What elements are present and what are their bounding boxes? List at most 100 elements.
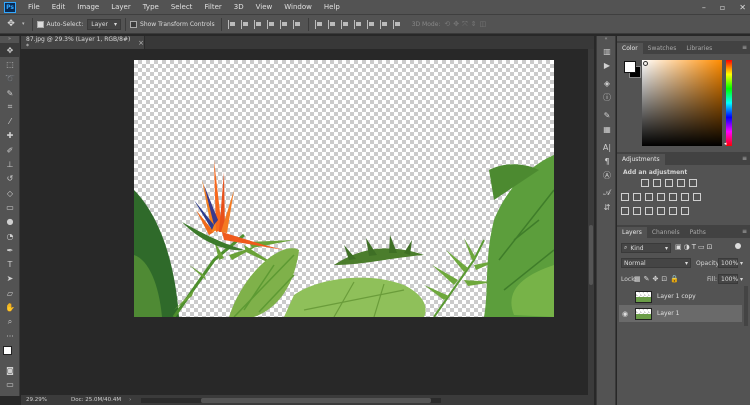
layer-row-selected[interactable]: ◉ Layer 1 [619, 305, 742, 322]
menu-help[interactable]: Help [318, 3, 346, 11]
menu-type[interactable]: Type [137, 3, 165, 11]
tab-layers[interactable]: Layers [617, 227, 647, 238]
layer-name[interactable]: Layer 1 copy [657, 293, 696, 300]
layers-scrollbar[interactable] [744, 286, 748, 326]
menu-filter[interactable]: Filter [198, 3, 227, 11]
menu-file[interactable]: File [22, 3, 46, 11]
status-arrow-icon[interactable]: › [129, 397, 131, 403]
marquee-tool-icon[interactable]: ⬚ [0, 57, 20, 71]
maximize-icon[interactable]: ▫ [720, 3, 725, 12]
layer-filter-icons[interactable]: ▣◑T▭⊡ [675, 243, 714, 251]
color-picker-cursor[interactable] [643, 61, 648, 66]
menu-layer[interactable]: Layer [105, 3, 137, 11]
close-icon[interactable]: ✕ [739, 3, 746, 12]
quick-select-tool-icon[interactable]: ✎ [0, 86, 20, 100]
photo-filter-icon[interactable] [657, 193, 665, 201]
close-tab-icon[interactable]: × [138, 39, 144, 47]
auto-select-dropdown[interactable]: Layer ▾ [87, 18, 122, 30]
gradient-tool-icon[interactable]: ▭ [0, 200, 20, 214]
tab-paths[interactable]: Paths [685, 227, 711, 238]
lock-icons[interactable]: ▦✎✥⊡🔒 [634, 275, 682, 283]
levels-icon[interactable] [653, 179, 661, 187]
eye-icon[interactable]: ◉ [619, 310, 631, 318]
curves-icon[interactable] [665, 179, 673, 187]
threshold-icon[interactable] [645, 207, 653, 215]
stamp-tool-icon[interactable]: ⊥ [0, 157, 20, 171]
tab-adjustments[interactable]: Adjustments [617, 154, 665, 165]
document-canvas[interactable] [134, 60, 554, 317]
shape-tool-icon[interactable]: ▱ [0, 286, 20, 300]
document-tab[interactable]: 87.jpg @ 29.3% (Layer 1, RGB/8#) * × [21, 36, 145, 50]
align-top-icon[interactable] [227, 19, 237, 29]
distribute-left-icon[interactable] [353, 19, 363, 29]
panel-menu-icon[interactable]: ≡ [742, 155, 747, 162]
align-hcenter-icon[interactable] [279, 19, 289, 29]
menu-image[interactable]: Image [71, 3, 105, 11]
channel-mixer-icon[interactable] [669, 193, 677, 201]
brightness-contrast-icon[interactable] [641, 179, 649, 187]
brush-settings-icon[interactable]: ✎ [597, 108, 617, 122]
minimize-icon[interactable]: – [702, 3, 706, 12]
info-panel-icon[interactable]: ⓘ [597, 90, 617, 104]
align-left-icon[interactable] [266, 19, 276, 29]
character-panel-icon[interactable]: A| [597, 140, 617, 154]
color-balance-icon[interactable] [633, 193, 641, 201]
horizontal-scrollbar-thumb[interactable] [201, 397, 432, 403]
pen-tool-icon[interactable]: ✒ [0, 243, 20, 257]
distribute-bottom-icon[interactable] [340, 19, 350, 29]
menu-edit[interactable]: Edit [46, 3, 72, 11]
crop-tool-icon[interactable]: ⌗ [0, 100, 20, 114]
blur-tool-icon[interactable]: ● [0, 215, 20, 229]
layer-name[interactable]: Layer 1 [657, 310, 679, 317]
blend-mode-dropdown[interactable]: Normal ▾ [621, 258, 691, 268]
hand-tool-icon[interactable]: ✋ [0, 300, 20, 314]
color-field[interactable] [642, 60, 722, 146]
panel-menu-icon[interactable]: ≡ [742, 228, 747, 235]
menu-select[interactable]: Select [165, 3, 199, 11]
show-transform-checkbox[interactable] [130, 20, 138, 28]
collapse-icon[interactable]: » [0, 36, 19, 43]
tab-libraries[interactable]: Libraries [681, 43, 717, 54]
tab-swatches[interactable]: Swatches [643, 43, 682, 54]
history-brush-tool-icon[interactable]: ↺ [0, 172, 20, 186]
eraser-tool-icon[interactable]: ◇ [0, 186, 20, 200]
distribute-vcenter-icon[interactable] [327, 19, 337, 29]
vibrance-icon[interactable] [689, 179, 697, 187]
eyedropper-tool-icon[interactable]: ⁄ [0, 114, 20, 128]
layer-filter-dropdown[interactable]: ⌕ Kind ▾ [621, 243, 671, 253]
healing-tool-icon[interactable]: ✚ [0, 129, 20, 143]
hue-slider-handle-icon[interactable]: ◂ [724, 141, 727, 147]
type-tool-icon[interactable]: T [0, 257, 20, 271]
zoom-level[interactable]: 29.29% [26, 397, 71, 403]
paragraph-panel-icon[interactable]: ¶ [597, 154, 617, 168]
filter-toggle-icon[interactable] [735, 243, 741, 249]
brushes-panel-icon[interactable]: ▦ [597, 122, 617, 136]
shadows-icon[interactable] [669, 207, 677, 215]
path-select-tool-icon[interactable]: ➤ [0, 272, 20, 286]
distribute-right-icon[interactable] [379, 19, 389, 29]
horizontal-scrollbar[interactable] [141, 397, 442, 403]
zoom-tool-icon[interactable]: ⌕ [0, 315, 20, 329]
quick-mask-icon[interactable]: ◙ [0, 363, 20, 377]
auto-select-checkbox[interactable] [36, 20, 44, 28]
history-panel-icon[interactable]: ▥ [597, 44, 617, 58]
move-tool-icon[interactable]: ✥ [0, 43, 20, 58]
foreground-color-swatch-front[interactable] [624, 61, 636, 73]
menu-view[interactable]: View [250, 3, 279, 11]
screen-mode-icon[interactable]: ▭ [0, 378, 20, 392]
vertical-scrollbar[interactable] [588, 49, 594, 395]
chevron-down-icon[interactable]: ▾ [740, 276, 743, 283]
hue-saturation-icon[interactable] [621, 193, 629, 201]
gradient-fill-icon[interactable] [681, 207, 689, 215]
auto-align-icon[interactable] [392, 19, 402, 29]
chevron-down-icon[interactable]: ▾ [22, 21, 25, 27]
brush-tool-icon[interactable]: ✐ [0, 143, 20, 157]
menu-3d[interactable]: 3D [228, 3, 250, 11]
color-swatches[interactable] [0, 343, 19, 363]
black-white-icon[interactable] [645, 193, 653, 201]
distribute-hcenter-icon[interactable] [366, 19, 376, 29]
dodge-tool-icon[interactable]: ◔ [0, 229, 20, 243]
learn-panel-icon[interactable]: ◈ [597, 76, 617, 90]
color-lookup-icon[interactable] [681, 193, 689, 201]
lasso-tool-icon[interactable]: ➰ [0, 72, 20, 86]
